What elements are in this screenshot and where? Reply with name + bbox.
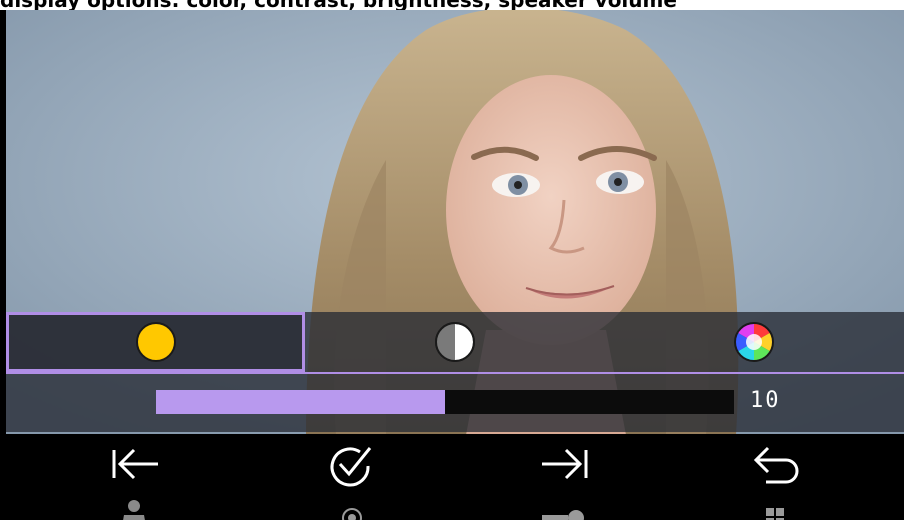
color-wheel-icon	[733, 322, 774, 362]
image-adjust-tabs	[6, 312, 904, 374]
contrast-half-circle-icon	[434, 322, 475, 362]
record-dot-icon	[342, 508, 362, 520]
tab-color[interactable]	[604, 312, 903, 372]
brightness-sun-icon	[135, 322, 176, 362]
person-icon	[123, 500, 145, 520]
slider-value: 10	[750, 388, 781, 413]
check-circle-icon	[330, 447, 372, 487]
next-button[interactable]	[514, 440, 634, 520]
back-button[interactable]	[722, 440, 842, 520]
arrow-right-to-bar-icon	[542, 448, 588, 480]
slider-fill	[156, 390, 445, 414]
tab-contrast[interactable]	[305, 312, 604, 372]
tab-brightness[interactable]	[6, 312, 305, 372]
caption-text: display options: color, contrast, bright…	[0, 0, 677, 10]
previous-button[interactable]	[88, 440, 208, 520]
grid-icon	[766, 508, 784, 520]
return-arrow-icon	[753, 446, 799, 484]
brightness-slider[interactable]	[156, 390, 734, 414]
bottom-toolbar	[0, 434, 904, 520]
key-icon	[542, 510, 584, 520]
adjust-slider-row: 10	[6, 374, 904, 432]
arrow-left-to-bar-icon	[112, 448, 158, 480]
intercom-screen: display options: color, contrast, bright…	[0, 0, 904, 520]
confirm-button[interactable]	[296, 440, 416, 520]
clipped-caption: display options: color, contrast, bright…	[0, 0, 904, 10]
